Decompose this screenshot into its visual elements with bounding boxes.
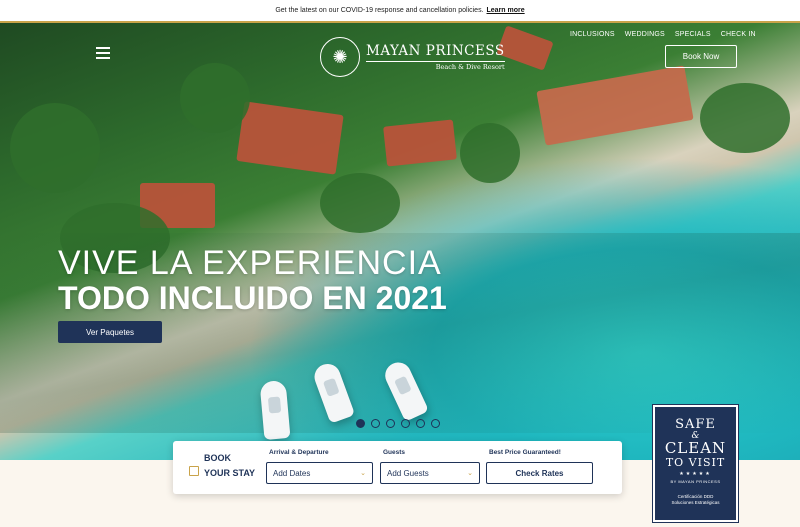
tree-canopy (10, 103, 100, 193)
slide-dot[interactable] (356, 419, 365, 428)
resort-roof (536, 65, 694, 146)
tree-canopy (180, 63, 250, 133)
guests-select[interactable]: Add Guests ⌄ (380, 462, 480, 484)
tree-canopy (320, 173, 400, 233)
slide-dot[interactable] (386, 419, 395, 428)
resort-roof (383, 119, 457, 167)
covid-announcement-bar: Get the latest on our COVID-19 response … (0, 0, 800, 23)
hero-headline-line1: VIVE LA EXPERIENCIA (58, 244, 442, 282)
guests-label: Guests (383, 449, 406, 456)
tree-canopy (460, 123, 520, 183)
slide-dot[interactable] (416, 419, 425, 428)
guests-value: Add Guests (387, 468, 429, 478)
hamburger-menu-icon[interactable] (96, 47, 110, 59)
nav-specials[interactable]: SPECIALS (675, 31, 711, 38)
check-rates-button[interactable]: Check Rates (486, 462, 593, 484)
slide-dot[interactable] (401, 419, 410, 428)
arrival-dates-select[interactable]: Add Dates ⌄ (266, 462, 373, 484)
chevron-down-icon: ⌄ (360, 470, 366, 477)
badge-cert-line2: Soluciones Estratégicas (671, 500, 720, 505)
arrival-value: Add Dates (273, 468, 311, 478)
slide-dot[interactable] (431, 419, 440, 428)
hero-headline-line2: TODO INCLUIDO EN 2021 (58, 280, 447, 316)
resort-logo[interactable]: ✺ MAYAN PRINCESS Beach & Dive Resort (320, 37, 505, 77)
book-now-button[interactable]: Book Now (665, 45, 737, 68)
slide-indicators (356, 419, 440, 428)
announcement-text: Get the latest on our COVID-19 response … (275, 7, 484, 14)
slide-dot[interactable] (371, 419, 380, 428)
resort-roof (236, 101, 344, 175)
calendar-icon (189, 466, 199, 476)
ver-paquetes-button[interactable]: Ver Paquetes (58, 321, 162, 343)
arrival-label: Arrival & Departure (269, 449, 329, 456)
tree-canopy (700, 83, 790, 153)
badge-cert: Certificación DDD Soluciones Estratégica… (655, 494, 736, 506)
logo-tagline: Beach & Dive Resort (366, 61, 505, 71)
badge-line2: CLEAN (664, 439, 727, 457)
safe-clean-badge[interactable]: SAFE & CLEAN TO VISIT ★★★★★ BY MAYAN PRI… (652, 404, 739, 523)
badge-stars: ★★★★★ (679, 471, 712, 477)
nav-inclusions[interactable]: INCLUSIONS (570, 31, 615, 38)
logo-name: MAYAN PRINCESS (366, 43, 505, 59)
boat (259, 379, 291, 441)
chevron-down-icon: ⌄ (467, 470, 473, 477)
main-nav: INCLUSIONS WEDDINGS SPECIALS CHECK IN (570, 31, 756, 38)
badge-line3: TO VISIT (665, 456, 726, 469)
booking-title-line1: BOOK (204, 453, 231, 463)
badge-line1: SAFE (675, 417, 716, 432)
booking-widget: BOOK YOUR STAY Arrival & Departure Add D… (173, 441, 622, 494)
nav-weddings[interactable]: WEDDINGS (625, 31, 665, 38)
badge-by: BY MAYAN PRINCESS (670, 479, 721, 484)
hero-banner: ✺ MAYAN PRINCESS Beach & Dive Resort INC… (0, 23, 800, 460)
learn-more-link[interactable]: Learn more (487, 7, 525, 14)
booking-title: BOOK YOUR STAY (189, 451, 255, 481)
logo-emblem-icon: ✺ (320, 37, 360, 77)
best-price-label: Best Price Guaranteed! (489, 449, 561, 456)
booking-title-line2: YOUR STAY (204, 468, 256, 478)
nav-check-in[interactable]: CHECK IN (721, 31, 756, 38)
